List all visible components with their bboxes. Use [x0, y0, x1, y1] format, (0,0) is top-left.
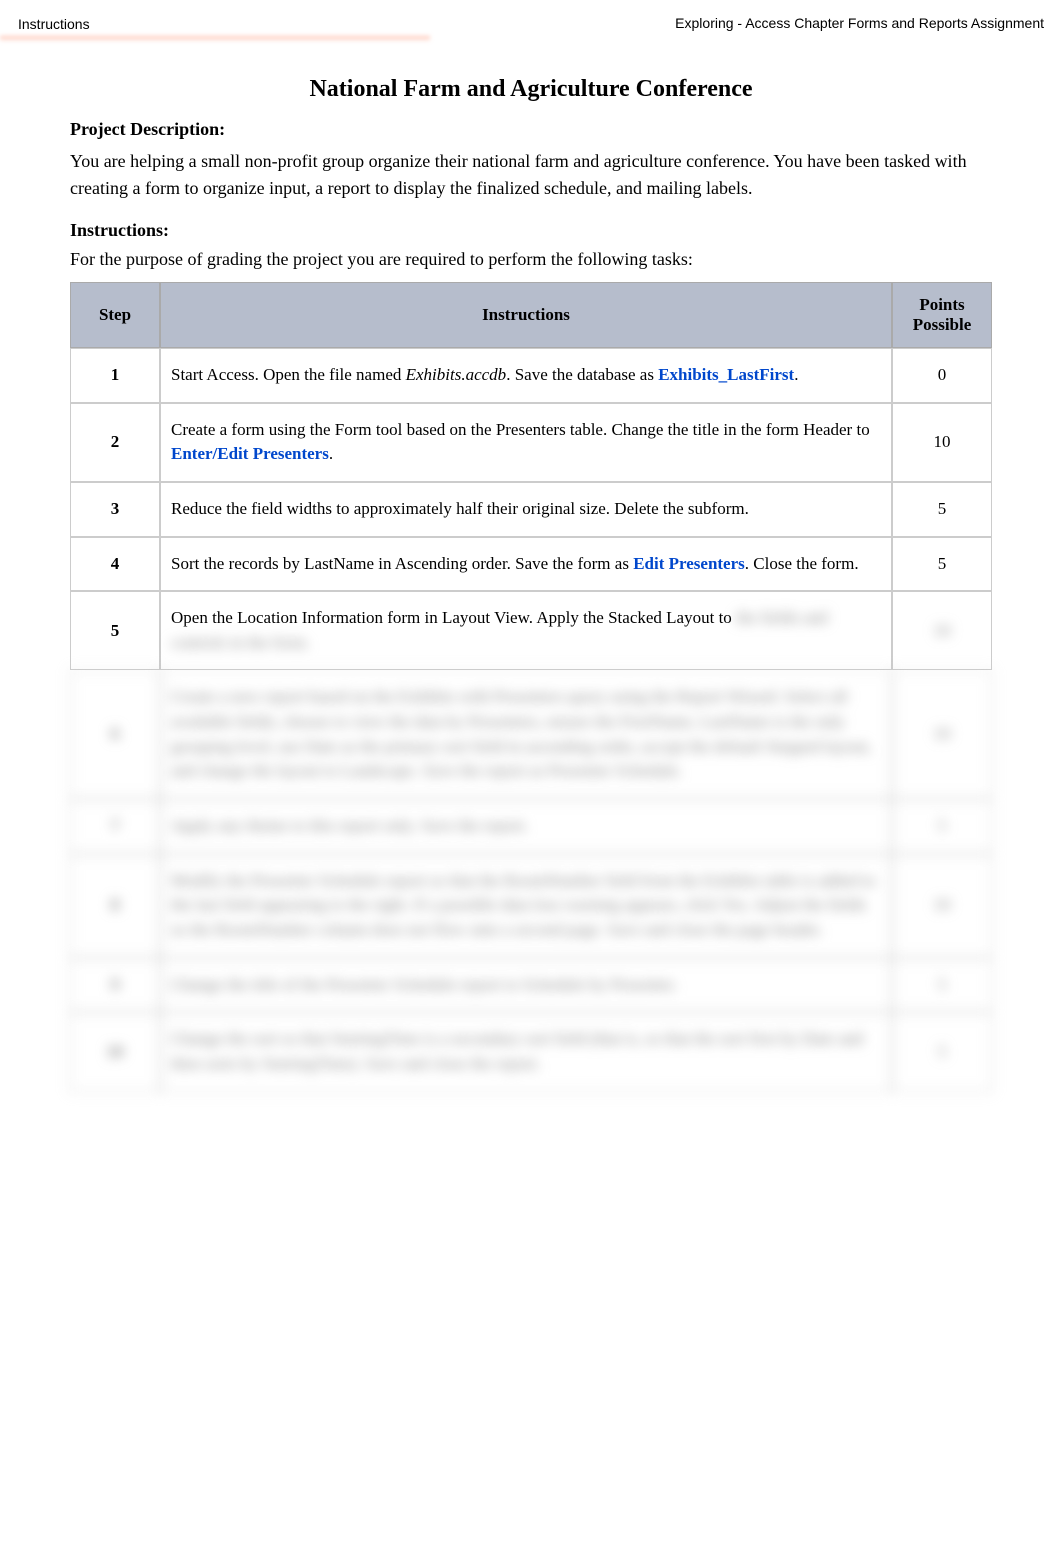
- step-number: 10: [70, 1012, 160, 1091]
- table-row: 6 Create a new report based on the Exhib…: [70, 670, 992, 799]
- step-number: 4: [70, 537, 160, 592]
- tasks-table: Step Instructions Points Possible 1 Star…: [70, 282, 992, 1092]
- table-row: 4 Sort the records by LastName in Ascend…: [70, 537, 992, 592]
- table-row: 10 Change the sort so that StartingTime …: [70, 1012, 992, 1091]
- step-number: 5: [70, 591, 160, 670]
- points-value: 5: [892, 958, 992, 1013]
- instruction-text: Open the Location Information form in La…: [160, 591, 892, 670]
- instruction-text: Sort the records by LastName in Ascendin…: [160, 537, 892, 592]
- points-value: 5: [892, 799, 992, 854]
- points-value: 5: [892, 482, 992, 537]
- points-value: 10: [892, 591, 992, 670]
- instruction-text: Change the title of the Presenter Schedu…: [160, 958, 892, 1013]
- table-row: 3 Reduce the field widths to approximate…: [70, 482, 992, 537]
- points-value: 0: [892, 348, 992, 403]
- step-number: 6: [70, 670, 160, 799]
- instruction-text: Create a form using the Form tool based …: [160, 403, 892, 482]
- step-number: 9: [70, 958, 160, 1013]
- instruction-text: Create a new report based on the Exhibit…: [160, 670, 892, 799]
- table-row: 1 Start Access. Open the file named Exhi…: [70, 348, 992, 403]
- instruction-text: Apply any theme to this report only. Sav…: [160, 799, 892, 854]
- header-left: Instructions: [0, 8, 430, 38]
- table-row: 8 Modify the Presenter Schedule report s…: [70, 854, 992, 958]
- step-number: 7: [70, 799, 160, 854]
- table-row: 9 Change the title of the Presenter Sche…: [70, 958, 992, 1013]
- page-title: National Farm and Agriculture Conference: [70, 76, 992, 103]
- header-right: Exploring - Access Chapter Forms and Rep…: [675, 15, 1044, 31]
- col-points: Points Possible: [892, 282, 992, 348]
- table-header-row: Step Instructions Points Possible: [70, 282, 992, 348]
- project-description-heading: Project Description:: [70, 119, 992, 140]
- instructions-heading: Instructions:: [70, 220, 992, 241]
- points-value: 5: [892, 1012, 992, 1091]
- col-instructions: Instructions: [160, 282, 892, 348]
- col-step: Step: [70, 282, 160, 348]
- table-row: 2 Create a form using the Form tool base…: [70, 403, 992, 482]
- step-number: 8: [70, 854, 160, 958]
- content-area: National Farm and Agriculture Conference…: [0, 46, 1062, 1132]
- points-value: 10: [892, 670, 992, 799]
- step-number: 3: [70, 482, 160, 537]
- table-row: 7 Apply any theme to this report only. S…: [70, 799, 992, 854]
- table-row: 5 Open the Location Information form in …: [70, 591, 992, 670]
- step-number: 1: [70, 348, 160, 403]
- instruction-text: Reduce the field widths to approximately…: [160, 482, 892, 537]
- instructions-intro: For the purpose of grading the project y…: [70, 249, 992, 270]
- instruction-text: Start Access. Open the file named Exhibi…: [160, 348, 892, 403]
- points-value: 5: [892, 537, 992, 592]
- points-value: 10: [892, 854, 992, 958]
- instruction-text: Change the sort so that StartingTime is …: [160, 1012, 892, 1091]
- points-value: 10: [892, 403, 992, 482]
- page-header: Instructions Exploring - Access Chapter …: [0, 0, 1062, 46]
- instruction-text: Modify the Presenter Schedule report so …: [160, 854, 892, 958]
- step-number: 2: [70, 403, 160, 482]
- project-description-text: You are helping a small non-profit group…: [70, 148, 992, 202]
